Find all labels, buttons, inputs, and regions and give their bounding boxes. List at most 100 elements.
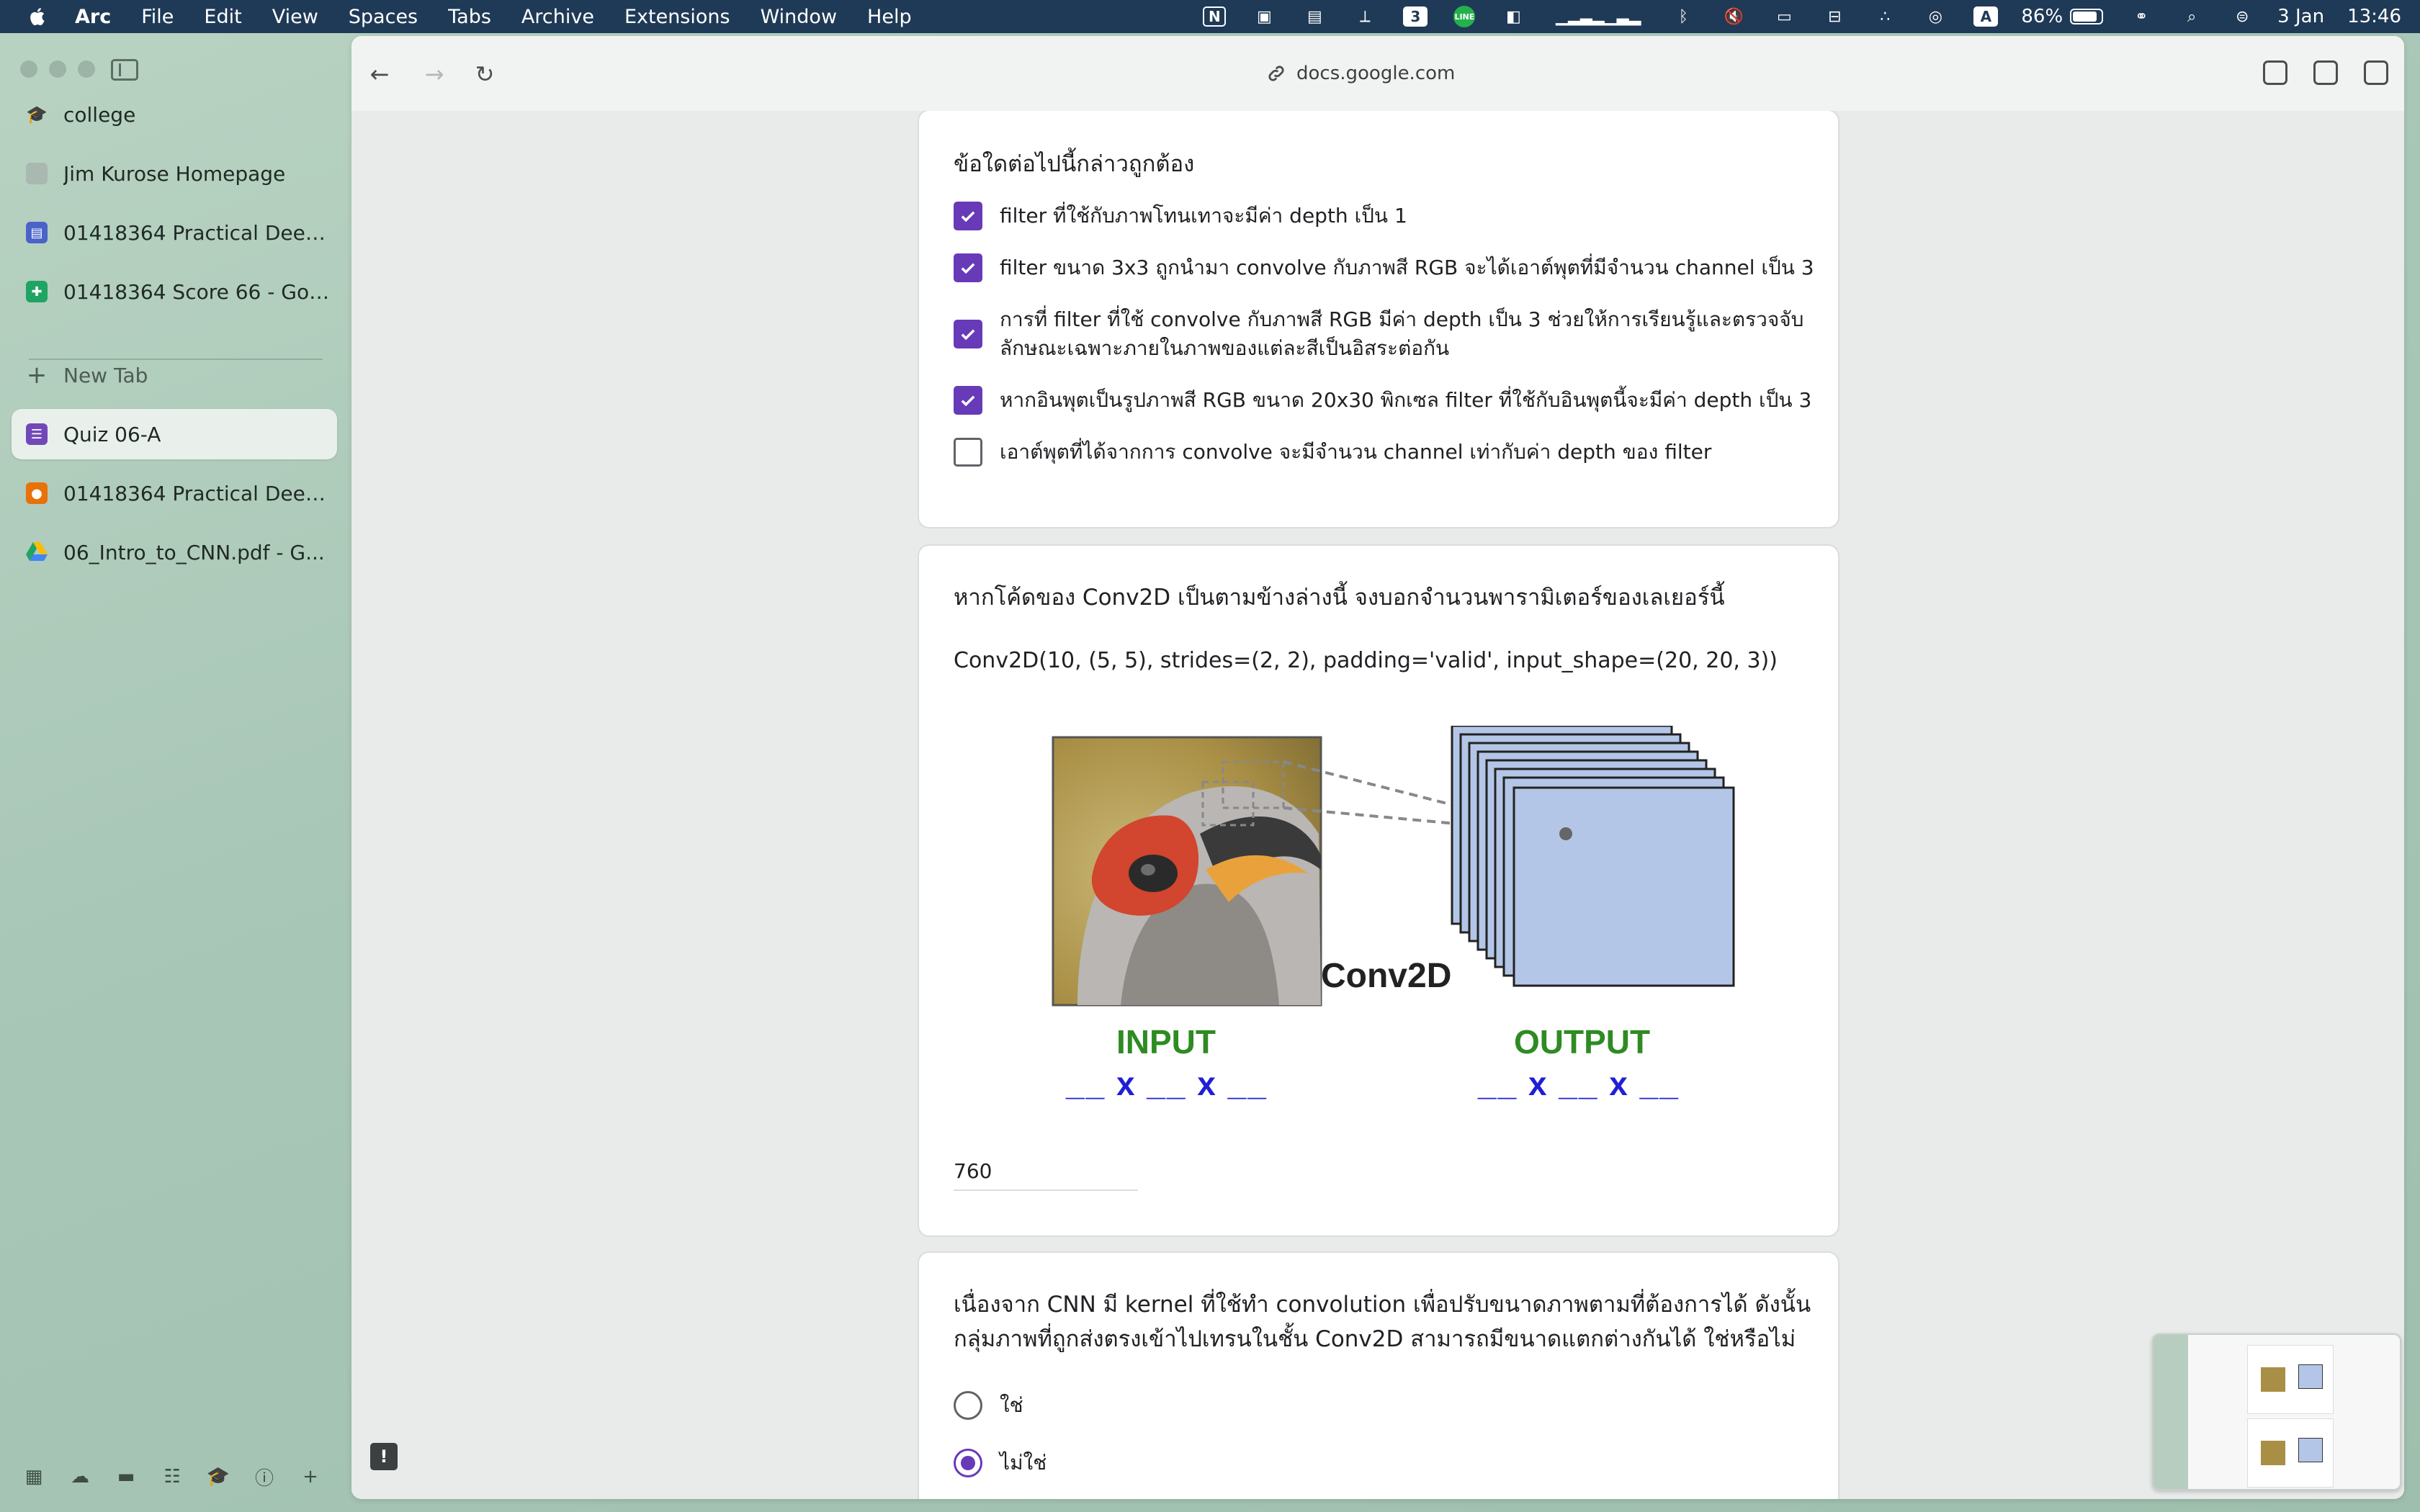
menu-date[interactable]: 3 Jan <box>2277 6 2324 27</box>
answer-input[interactable]: 760 <box>954 1159 992 1183</box>
sidebar-tab-pdf[interactable]: 06_Intro_to_CNN.pdf - G... <box>12 527 337 577</box>
sidebar-tab-quiz[interactable]: ☰ Quiz 06-A <box>12 409 337 459</box>
menu-extensions[interactable]: Extensions <box>624 6 730 28</box>
pin-tool-icon[interactable]: ⟂ <box>1353 6 1377 27</box>
graduation-cap-icon: 🎓 <box>26 104 48 125</box>
radio-selected[interactable] <box>954 1449 982 1477</box>
checkbox-option-1[interactable]: filter ที่ใช้กับภาพโทนเทาจะมีค่า depth เ… <box>954 202 1407 230</box>
question-title: หากโค้ดของ Conv2D เป็นตามข้างล่างนี้ จงบ… <box>954 585 1725 611</box>
apple-icon[interactable] <box>27 6 49 27</box>
checkbox-option-5[interactable]: เอาต์พุตที่ได้จากการ convolve จะมีจำนวน … <box>954 438 1711 467</box>
page-preview-thumbnail[interactable] <box>2152 1333 2401 1490</box>
space-college-icon[interactable]: 🎓 <box>206 1466 230 1488</box>
preview-output-thumb <box>2298 1438 2323 1462</box>
sidebar-item-label: 01418364 Score 66 - Goo... <box>63 279 337 304</box>
radio-option-no[interactable]: ไม่ใช่ <box>954 1449 1047 1477</box>
menu-window[interactable]: Window <box>761 6 837 28</box>
forms-icon: ☰ <box>26 423 48 445</box>
space-cloud-icon[interactable]: ☁ <box>68 1466 92 1488</box>
sidebar-tab-classroom[interactable]: ● 01418364 Practical Deep... <box>12 468 337 518</box>
output-dims: __ x __ x __ <box>1478 1065 1680 1102</box>
checkbox-checked[interactable] <box>954 202 982 230</box>
option-text: การที่ filter ที่ใช้ convolve กับภาพสี R… <box>1000 307 1804 360</box>
checkbox-unchecked[interactable] <box>954 438 982 467</box>
feedback-icon[interactable]: ! <box>370 1443 398 1470</box>
menu-file[interactable]: File <box>141 6 174 28</box>
back-icon[interactable]: ← <box>362 56 398 92</box>
menu-spaces[interactable]: Spaces <box>349 6 418 28</box>
space-stack-icon[interactable]: ☷ <box>160 1466 184 1488</box>
radio-option-yes[interactable]: ใช่ <box>954 1391 1023 1420</box>
checkbox-option-3[interactable]: การที่ filter ที่ใช้ convolve กับภาพสี R… <box>954 307 1828 377</box>
display-icon[interactable]: ▭ <box>1772 6 1796 27</box>
search-icon[interactable]: ⌕ <box>2179 6 2204 27</box>
battery-level <box>2073 12 2097 22</box>
menu-view[interactable]: View <box>272 6 318 28</box>
checkbox-option-4[interactable]: หากอินพุตเป็นรูปภาพสี RGB ขนาด 20x30 พิก… <box>954 386 1811 415</box>
output-label: OUTPUT <box>1514 1023 1651 1061</box>
reload-icon[interactable]: ↻ <box>467 56 503 92</box>
zoom-window-button[interactable] <box>78 60 95 78</box>
preview-bird-thumb <box>2261 1441 2285 1465</box>
output-feature-maps <box>1451 726 1735 987</box>
sidebar: 🎓 college Jim Kurose Homepage ▤ 01418364… <box>0 33 350 1512</box>
translate-icon[interactable] <box>2263 60 2287 85</box>
sidebar-item-college[interactable]: 🎓 college <box>12 89 337 140</box>
add-space-icon[interactable]: + <box>298 1466 323 1488</box>
sidebar-item-score-sheet[interactable]: ✚ 01418364 Score 66 - Goo... <box>12 266 337 317</box>
link-icon[interactable]: ⚭ <box>2129 6 2154 27</box>
weather-graph-icon[interactable]: ▁▂▃▂▁▃▂ <box>1551 6 1645 27</box>
line-app-icon[interactable]: LINE <box>1453 6 1476 27</box>
question-card-2: หากโค้ดของ Conv2D เป็นตามข้างล่างนี้ จงบ… <box>918 544 1839 1237</box>
menu-app-name[interactable]: Arc <box>75 6 111 28</box>
checkbox-option-2[interactable]: filter ขนาด 3x3 ถูกนำมา convolve กับภาพส… <box>954 253 1814 282</box>
stage-manager-icon[interactable]: ⊟ <box>1822 6 1847 27</box>
option-text: filter ที่ใช้กับภาพโทนเทาจะมีค่า depth เ… <box>1000 204 1407 228</box>
sidebar-item-classroom[interactable]: ▤ 01418364 Practical Deep... <box>12 207 337 258</box>
new-tab-button[interactable]: + New Tab <box>12 350 337 400</box>
url-bar[interactable]: docs.google.com <box>1266 58 1455 89</box>
radio-unselected[interactable] <box>954 1391 982 1420</box>
question-card-3: เนื่องจาก CNN มี kernel ที่ใช้ทำ convolu… <box>918 1251 1839 1499</box>
browser-toolbar: ← → ↻ docs.google.com <box>351 36 2404 111</box>
menu-edit[interactable]: Edit <box>204 6 241 28</box>
input-dims: __ x __ x __ <box>1066 1065 1268 1102</box>
airdrop-icon[interactable]: ◎ <box>1923 6 1948 27</box>
clipboard-icon[interactable]: ▤ <box>1302 6 1327 27</box>
battery-icon[interactable] <box>2070 9 2104 24</box>
sidebar-item-label: Quiz 06-A <box>63 422 161 446</box>
forward-icon[interactable]: → <box>416 56 452 92</box>
menu-time[interactable]: 13:46 <box>2347 6 2401 27</box>
input-source-icon[interactable]: A <box>1973 6 1999 27</box>
sidebar-toggle-icon[interactable] <box>111 59 138 81</box>
menu-tabs[interactable]: Tabs <box>448 6 491 28</box>
checkbox-checked[interactable] <box>954 320 982 348</box>
sidebar-item-label: 01418364 Practical Deep... <box>63 220 337 245</box>
bluetooth-icon[interactable]: ᛒ <box>1671 6 1695 27</box>
option-text: filter ขนาด 3x3 ถูกนำมา convolve กับภาพส… <box>1000 256 1814 279</box>
checkmark-icon <box>961 329 975 341</box>
question-title-line-2: กลุ่มภาพที่ถูกส่งตรงเข้าไปเทรนในชั้น Con… <box>954 1326 1796 1352</box>
dots-icon[interactable]: ∴ <box>1873 6 1897 27</box>
sidebar-layout-icon[interactable]: ◧ <box>1501 6 1525 27</box>
close-window-button[interactable] <box>20 60 37 78</box>
archive-icon[interactable]: ▦ <box>22 1466 46 1488</box>
code-text: Conv2D(10, (5, 5), strides=(2, 2), paddi… <box>954 648 1778 673</box>
notion-icon[interactable]: N <box>1203 6 1227 27</box>
space-monitor-icon[interactable]: ▬ <box>114 1466 138 1488</box>
control-center-icon[interactable]: ⊜ <box>2230 6 2254 27</box>
checkbox-checked[interactable] <box>954 253 982 282</box>
question-title-line-1: เนื่องจาก CNN มี kernel ที่ใช้ทำ convolu… <box>954 1292 1811 1318</box>
menu-archive[interactable]: Archive <box>521 6 594 28</box>
split-view-icon[interactable] <box>2364 60 2388 85</box>
answer-underline <box>954 1189 1138 1191</box>
mute-icon[interactable]: 🔇 <box>1721 6 1746 27</box>
sidebar-item-jim-kurose[interactable]: Jim Kurose Homepage <box>12 148 337 199</box>
menu-help[interactable]: Help <box>867 6 912 28</box>
badge-count-icon[interactable]: 3 <box>1403 6 1428 27</box>
minimize-window-button[interactable] <box>49 60 66 78</box>
screen-capture-icon[interactable]: ▣ <box>1252 6 1276 27</box>
space-info-icon[interactable]: ⓘ <box>252 1466 277 1490</box>
extensions-icon[interactable] <box>2313 60 2338 85</box>
checkbox-checked[interactable] <box>954 386 982 415</box>
